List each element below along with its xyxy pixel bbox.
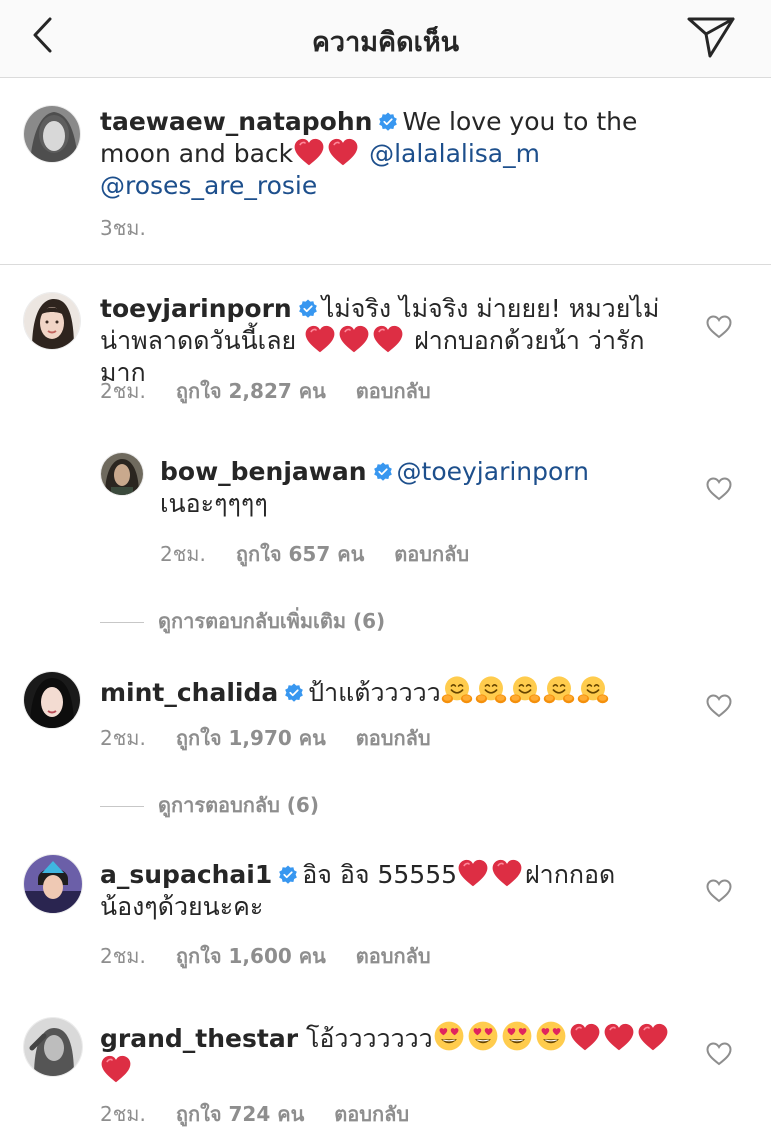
timestamp: 2ชม. [100,379,146,403]
divider-line [100,622,144,623]
reply-button[interactable]: ตอบกลับ [356,379,431,403]
username[interactable]: taewaew_natapohn [100,107,372,136]
heart-outline-icon [706,694,732,718]
verified-badge-icon [298,299,318,319]
red-heart-emoji [327,138,359,167]
comment-body: ป้าแต้ววววว [308,678,441,707]
hugging-face-emoji [577,674,609,706]
timestamp: 2ชม. [160,542,206,566]
hugging-face-emoji [475,674,507,706]
hugging-face-emoji [441,674,473,706]
heart-eyes-emoji [501,1020,533,1052]
timestamp: 2ชม. [100,1102,146,1126]
profile-photo [24,293,80,349]
like-count[interactable]: ถูกใจ 2,827 คน [176,379,326,403]
timestamp: 2ชม. [100,726,146,750]
verified-badge-icon [378,112,398,132]
like-button[interactable] [706,879,732,903]
avatar[interactable] [24,672,80,728]
profile-photo [24,106,80,162]
caption-text: taewaew_natapohn We love you to the moon … [100,106,660,202]
red-heart-emoji [372,325,404,354]
view-replies-label: ดูการตอบกลับ (6) [158,793,319,817]
mention-link[interactable]: @roses_are_rosie [100,171,317,200]
divider-line [100,806,144,807]
mention-link[interactable]: @lalalalisa_m [369,139,540,168]
header-bar: ความคิดเห็น [0,0,771,78]
red-heart-emoji [304,325,336,354]
red-heart-emoji [603,1023,635,1052]
red-heart-emoji [569,1023,601,1052]
heart-outline-icon [706,1042,732,1066]
reply-button[interactable]: ตอบกลับ [394,542,469,566]
comment-meta: 2ชม. ถูกใจ 1,600 คน ตอบกลับ [100,940,461,972]
reply-button[interactable]: ตอบกลับ [334,1102,409,1126]
avatar[interactable] [24,293,80,349]
verified-badge-icon [284,683,304,703]
heart-outline-icon [706,315,732,339]
timestamp: 2ชม. [100,944,146,968]
reply-button[interactable]: ตอบกลับ [356,726,431,750]
profile-photo [24,672,80,728]
username[interactable]: grand_thestar [100,1024,298,1053]
reply-button[interactable]: ตอบกลับ [356,944,431,968]
username[interactable]: mint_chalida [100,678,278,707]
view-more-replies-label: ดูการตอบกลับเพิ่มเติม (6) [158,609,386,633]
comment-meta: 2ชม. ถูกใจ 1,970 คน ตอบกลับ [100,722,461,754]
red-heart-emoji [293,138,325,167]
paper-plane-icon [687,17,735,58]
view-more-replies[interactable]: ดูการตอบกลับเพิ่มเติม (6) [100,605,385,637]
view-replies[interactable]: ดูการตอบกลับ (6) [100,789,319,821]
like-count[interactable]: ถูกใจ 657 คน [236,542,364,566]
heart-eyes-emoji [433,1020,465,1052]
username[interactable]: toeyjarinporn [100,294,292,323]
hugging-face-emoji [543,674,575,706]
comment-body: อิจ อิจ 55555 [302,860,458,889]
comment-meta: 2ชม. ถูกใจ 657 คน ตอบกลับ [160,538,499,570]
avatar[interactable] [24,106,80,162]
avatar[interactable] [24,855,82,913]
heart-eyes-emoji [535,1020,567,1052]
share-button[interactable] [686,14,736,60]
divider [0,264,771,265]
comment-text: bow_benjawan @toeyjarinporn เนอะๆๆๆๆ [160,456,630,520]
red-heart-emoji [491,859,523,888]
like-count[interactable]: ถูกใจ 1,600 คน [176,944,326,968]
comment-meta: 2ชม. ถูกใจ 2,827 คน ตอบกลับ [100,375,461,407]
like-button[interactable] [706,1042,732,1066]
comment-text: mint_chalida ป้าแต้ววววว [100,674,690,709]
like-button[interactable] [706,315,732,339]
comment-text: grand_thestar โอ้ววววววว [100,1020,680,1087]
like-count[interactable]: ถูกใจ 724 คน [176,1102,304,1126]
red-heart-emoji [637,1023,669,1052]
comment-body: เนอะๆๆๆๆ [160,489,268,518]
avatar[interactable] [101,453,143,495]
verified-badge-icon [278,865,298,885]
username[interactable]: bow_benjawan [160,457,367,486]
mention-link[interactable]: @toeyjarinporn [397,457,589,486]
like-button[interactable] [706,477,732,501]
verified-badge-icon [373,462,393,482]
page-title: ความคิดเห็น [311,27,460,58]
comment-meta: 3ชม. [100,212,176,244]
profile-photo [24,1018,82,1076]
comment-text: a_supachai1 อิจ อิจ 55555 ฝากกอดน้องๆด้วยน… [100,859,660,923]
red-heart-emoji [100,1055,132,1084]
profile-photo [101,453,143,495]
timestamp: 3ชม. [100,216,146,240]
red-heart-emoji [457,859,489,888]
avatar[interactable] [24,1018,82,1076]
heart-outline-icon [706,477,732,501]
like-button[interactable] [706,694,732,718]
heart-outline-icon [706,879,732,903]
profile-photo [24,855,82,913]
comment-body: โอ้ววววววว [305,1024,433,1053]
heart-eyes-emoji [467,1020,499,1052]
username[interactable]: a_supachai1 [100,860,272,889]
like-count[interactable]: ถูกใจ 1,970 คน [176,726,326,750]
red-heart-emoji [338,325,370,354]
comment-meta: 2ชม. ถูกใจ 724 คน ตอบกลับ [100,1098,439,1130]
hugging-face-emoji [509,674,541,706]
